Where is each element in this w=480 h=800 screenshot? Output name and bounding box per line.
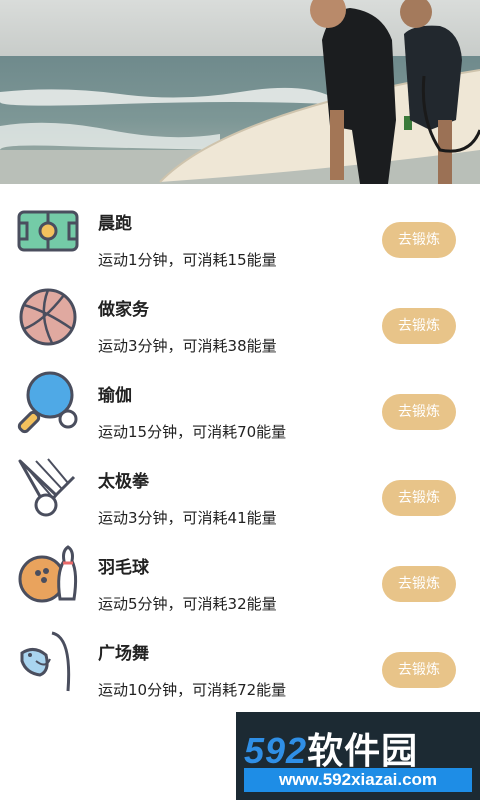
list-item: 羽毛球 运动5分钟，可消耗32能量 去锻炼	[0, 538, 480, 624]
ping-pong-icon	[16, 371, 80, 435]
volleyball-icon	[16, 285, 80, 349]
go-exercise-button[interactable]: 去锻炼	[382, 566, 456, 602]
shuttlecock-icon	[16, 457, 80, 521]
exercise-description: 运动3分钟，可消耗41能量	[98, 509, 277, 527]
exercise-description: 运动3分钟，可消耗38能量	[98, 337, 277, 355]
exercise-title: 瑜伽	[98, 386, 132, 406]
watermark-brand-number: 592	[244, 730, 308, 771]
exercise-title: 晨跑	[98, 214, 132, 234]
exercise-description: 运动15分钟，可消耗70能量	[98, 423, 287, 441]
go-exercise-button[interactable]: 去锻炼	[382, 480, 456, 516]
exercise-title: 广场舞	[98, 644, 149, 664]
exercise-description: 运动10分钟，可消耗72能量	[98, 681, 287, 699]
go-exercise-button[interactable]: 去锻炼	[382, 222, 456, 258]
watermark-url: www.592xiazai.com	[244, 768, 472, 792]
site-watermark: 592软件园 www.592xiazai.com	[236, 712, 480, 800]
exercise-list: 晨跑 运动1分钟，可消耗15能量 去锻炼 做家务 运动3分钟，可消耗38能量 去…	[0, 194, 480, 710]
watermark-brand-text: 软件园	[307, 730, 419, 771]
exercise-description: 运动5分钟，可消耗32能量	[98, 595, 277, 613]
go-exercise-button[interactable]: 去锻炼	[382, 308, 456, 344]
hero-banner-image	[0, 0, 480, 184]
list-item: 做家务 运动3分钟，可消耗38能量 去锻炼	[0, 280, 480, 366]
soccer-field-icon	[16, 199, 80, 263]
list-item: 瑜伽 运动15分钟，可消耗70能量 去锻炼	[0, 366, 480, 452]
go-exercise-button[interactable]: 去锻炼	[382, 652, 456, 688]
exercise-description: 运动1分钟，可消耗15能量	[98, 251, 277, 269]
bowling-icon	[16, 543, 80, 607]
list-item: 广场舞 运动10分钟，可消耗72能量 去锻炼	[0, 624, 480, 710]
watermark-brand: 592软件园	[244, 722, 418, 774]
list-item: 晨跑 运动1分钟，可消耗15能量 去锻炼	[0, 194, 480, 280]
fishing-icon	[16, 629, 80, 693]
list-item: 太极拳 运动3分钟，可消耗41能量 去锻炼	[0, 452, 480, 538]
exercise-title: 羽毛球	[98, 558, 149, 578]
go-exercise-button[interactable]: 去锻炼	[382, 394, 456, 430]
exercise-title: 太极拳	[98, 472, 149, 492]
exercise-title: 做家务	[98, 300, 149, 320]
